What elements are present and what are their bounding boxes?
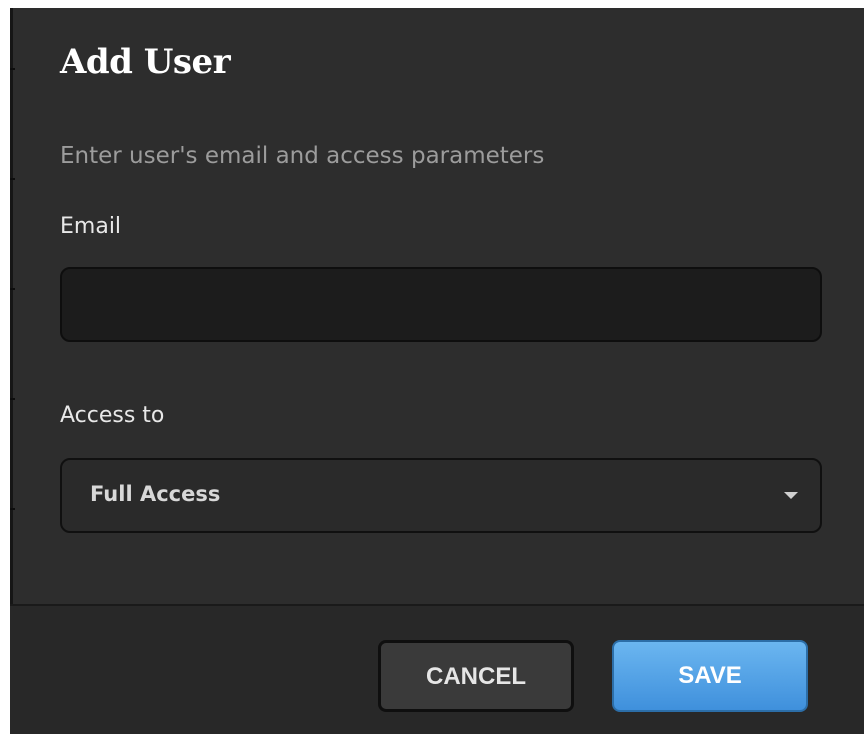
chevron-down-icon [784,492,798,499]
edge-tick [10,508,15,510]
access-select-value: Full Access [90,482,221,506]
email-field[interactable] [60,267,822,342]
edge-tick [10,68,15,70]
access-label: Access to [60,403,165,428]
dialog-subtitle: Enter user's email and access parameters [60,143,545,169]
dialog-title: Add User [60,42,231,82]
page: Add User Enter user's email and access p… [0,0,864,734]
email-label: Email [60,214,122,239]
save-button[interactable]: SAVE [612,640,808,712]
edge-tick [10,398,15,400]
add-user-dialog: Add User Enter user's email and access p… [10,8,864,734]
edge-tick [10,288,15,290]
edge-tick [10,178,15,180]
access-select[interactable]: Full Access [60,458,822,533]
cancel-button[interactable]: CANCEL [378,640,574,712]
